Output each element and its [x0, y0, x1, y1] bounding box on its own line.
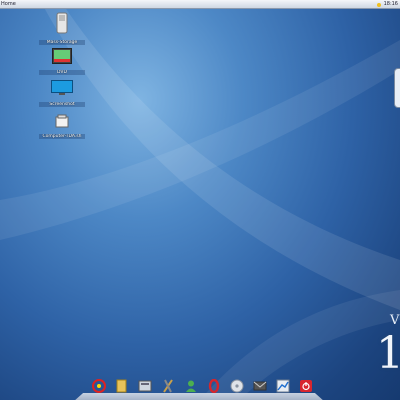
user-icon[interactable]	[183, 378, 199, 394]
desktop-icon-computer-tda[interactable]: Computer-TDA.sh	[39, 113, 85, 139]
desktop-icon-screenshot[interactable]: Screenshot	[39, 80, 85, 107]
system-tray: 18:16	[376, 0, 398, 8]
desktop-icon-mass-storage[interactable]: Mass-Storage	[39, 12, 85, 45]
terminal-icon	[52, 48, 72, 64]
desktop-icon-label: DVD	[39, 70, 85, 75]
pinwheel-icon[interactable]	[91, 378, 107, 394]
mail-icon[interactable]	[252, 378, 268, 394]
clock[interactable]: 18:16	[384, 0, 398, 8]
opera-icon[interactable]	[206, 378, 222, 394]
tools-icon[interactable]	[160, 378, 176, 394]
desktop-icon-label: Mass-Storage	[39, 40, 85, 45]
top-panel: Home 18:16	[0, 0, 400, 9]
brand-letter: V	[390, 313, 400, 328]
desktop-icon-label: Screenshot	[39, 102, 85, 107]
desktop-icon-label: Computer-TDA.sh	[39, 134, 85, 139]
package-icon	[55, 114, 69, 128]
taskbar-item[interactable]: Home	[1, 0, 16, 8]
disc-icon[interactable]	[229, 378, 245, 394]
desktop-icon-dvd[interactable]: DVD	[39, 48, 85, 75]
folder-icon[interactable]	[114, 378, 130, 394]
file-manager-icon[interactable]	[137, 378, 153, 394]
monitor-icon	[51, 80, 73, 95]
side-widget[interactable]	[394, 68, 400, 108]
desktop: Home 18:16 Mass-Storage DVD Screenshot C…	[0, 0, 400, 400]
dock-shelf	[73, 393, 325, 400]
drive-icon	[56, 12, 68, 34]
dock-items	[91, 378, 314, 394]
chart-icon[interactable]	[275, 378, 291, 394]
weather-icon[interactable]	[376, 3, 381, 7]
brand-number: 1	[376, 328, 400, 379]
power-icon[interactable]	[298, 378, 314, 394]
dock	[73, 376, 325, 400]
